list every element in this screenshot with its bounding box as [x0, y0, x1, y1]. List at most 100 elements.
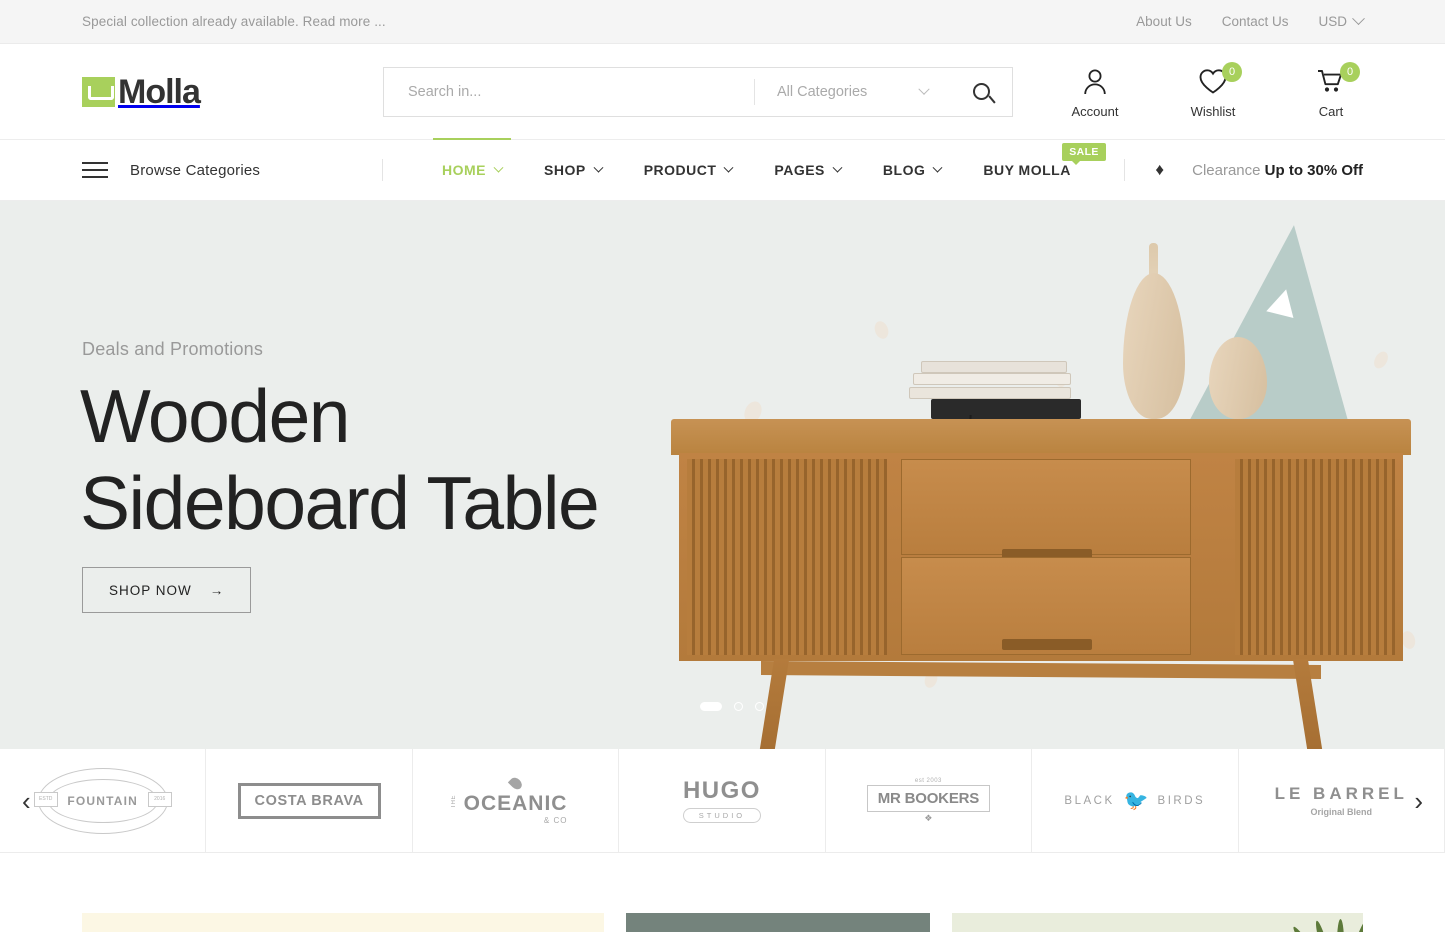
promo-banner-2[interactable]: [626, 913, 930, 932]
browse-categories-label: Browse Categories: [130, 161, 261, 179]
brand-logo-mr-bookers[interactable]: est 2003 MR BOOKERS ❖: [826, 749, 1033, 852]
brand-name: FOUNTAIN: [67, 793, 139, 808]
top-announcement-bar: Special collection already available. Re…: [0, 0, 1445, 44]
chevron-down-icon: [493, 162, 504, 173]
primary-menu: HOME SHOP PRODUCT PAGES BLOG BUY MOLLA S…: [421, 138, 1106, 201]
bookers-logo: est 2003 MR BOOKERS ❖: [866, 776, 991, 826]
brand-logo-costa-brava[interactable]: COSTA BRAVA: [206, 749, 413, 852]
hamburger-icon: [82, 162, 108, 178]
leaf: [1313, 919, 1333, 932]
nav-item-pages[interactable]: PAGES: [753, 139, 861, 201]
hero-title: Wooden Sideboard Table: [80, 373, 600, 547]
account-button[interactable]: Account: [1063, 65, 1127, 119]
hugo-logo: HUGO STUDIO: [682, 778, 761, 823]
hero-content: Deals and Promotions Wooden Sideboard Ta…: [0, 201, 1445, 749]
nav-item-shop[interactable]: SHOP: [523, 139, 623, 201]
brand-name: MR BOOKERS: [866, 784, 991, 812]
promo-banner-3[interactable]: [952, 913, 1363, 932]
nav-item-shop-label: SHOP: [544, 162, 586, 178]
slider-dot-2[interactable]: [734, 702, 743, 711]
brand-prefix: THE: [450, 795, 457, 809]
brand-sub: STUDIO: [682, 807, 761, 823]
brand-carousel: ‹ ESTD 2016 FOUNTAIN COSTA BRAVA THE OCE…: [0, 749, 1445, 853]
search-icon: [972, 83, 990, 100]
sale-badge: SALE: [1062, 143, 1106, 165]
chevron-down-icon: [918, 83, 930, 95]
hero-title-line1: Wooden: [80, 374, 351, 458]
nav-item-pages-label: PAGES: [774, 162, 825, 178]
slider-dot-3[interactable]: [755, 702, 764, 711]
blackbirds-logo: BLACK 🐦 BIRDS: [1064, 788, 1205, 813]
shop-now-button[interactable]: SHOP NOW →: [82, 567, 252, 613]
search-input[interactable]: [384, 67, 754, 116]
nav-divider-left: [382, 159, 383, 181]
hero-title-line2: Sideboard Table: [80, 461, 600, 545]
clearance-label: Clearance: [1192, 161, 1261, 179]
nav-item-home-label: HOME: [442, 162, 486, 178]
nav-item-blog[interactable]: BLOG: [862, 139, 962, 201]
category-select[interactable]: All Categories: [755, 68, 950, 116]
clearance-offer: Up to 30% Off: [1264, 161, 1363, 179]
search-submit-button[interactable]: [950, 68, 1012, 116]
main-navigation-bar: Browse Categories HOME SHOP PRODUCT PAGE…: [0, 138, 1445, 201]
brand-logo-oceanic[interactable]: THE OCEANIC & CO: [413, 749, 620, 852]
currency-label: USD: [1318, 14, 1347, 29]
logo-text: Molla: [118, 72, 201, 111]
arrow-right-icon: →: [209, 582, 225, 598]
heart-icon: 0: [1198, 61, 1242, 99]
wishlist-button[interactable]: 0 Wishlist: [1181, 61, 1245, 119]
nav-right-section: ♦ Clearance Up to 30% Off: [1124, 159, 1363, 181]
leaf: [1337, 919, 1344, 932]
header-actions: Account 0 Wishlist 0 Cart: [1013, 61, 1363, 119]
fountain-logo: ESTD 2016 FOUNTAIN: [33, 767, 172, 834]
cart-button[interactable]: 0 Cart: [1299, 61, 1363, 119]
promo-banners-row: [0, 853, 1445, 932]
browse-categories-button[interactable]: Browse Categories: [82, 162, 382, 179]
chevron-down-icon: [593, 162, 604, 173]
nav-item-home[interactable]: HOME: [421, 138, 523, 201]
promo-banner-1[interactable]: [82, 913, 604, 932]
clearance-promo[interactable]: ♦ Clearance Up to 30% Off: [1155, 160, 1363, 180]
leaf: [1348, 920, 1363, 932]
nav-item-buy-molla[interactable]: BUY MOLLA SALE: [962, 139, 1106, 201]
wishlist-count-badge: 0: [1222, 61, 1242, 82]
brand-logo-fountain[interactable]: ESTD 2016 FOUNTAIN: [0, 749, 207, 852]
brand-name-right: BIRDS: [1157, 794, 1206, 807]
brand-name-left: BLACK: [1064, 794, 1115, 807]
topbar-links: About Us Contact Us USD: [1136, 12, 1365, 29]
brand-name: OCEANIC: [463, 791, 568, 815]
contact-us-link[interactable]: Contact Us: [1222, 14, 1289, 29]
brand-est: est 2003: [914, 777, 942, 784]
chevron-left-icon[interactable]: ‹: [22, 788, 31, 814]
hero-slider-dots: [700, 702, 764, 711]
hero-subtitle: Deals and Promotions: [82, 339, 264, 359]
bird-icon: 🐦: [1123, 790, 1149, 812]
chevron-down-icon: [1352, 12, 1365, 26]
nav-item-buy-molla-label: BUY MOLLA: [983, 162, 1071, 178]
slider-dot-1[interactable]: [700, 702, 722, 711]
account-label: Account: [1071, 103, 1119, 119]
hero-slider: Deals and Promotions Wooden Sideboard Ta…: [0, 201, 1445, 749]
site-logo[interactable]: Molla: [82, 75, 383, 109]
gem-icon: ♦: [1155, 160, 1165, 179]
brand-logo-black-birds[interactable]: BLACK 🐦 BIRDS: [1032, 749, 1239, 852]
user-icon: [1082, 65, 1108, 99]
wishlist-label: Wishlist: [1190, 103, 1236, 119]
chevron-down-icon: [723, 162, 734, 173]
search-bar: All Categories: [383, 66, 1013, 117]
currency-selector[interactable]: USD: [1318, 12, 1365, 29]
about-us-link[interactable]: About Us: [1136, 14, 1192, 29]
clearance-text: Clearance Up to 30% Off: [1192, 162, 1363, 179]
chevron-down-icon: [932, 162, 943, 173]
cart-label: Cart: [1318, 103, 1344, 119]
cart-icon: 0: [1316, 61, 1360, 99]
brand-suffix: & CO: [543, 815, 568, 825]
nav-item-product[interactable]: PRODUCT: [623, 139, 754, 201]
chevron-down-icon: [832, 162, 843, 173]
site-header: Molla All Categories Account 0 Wishlist: [0, 44, 1445, 139]
chevron-right-icon[interactable]: ›: [1414, 788, 1423, 814]
brand-logo-hugo[interactable]: HUGO STUDIO: [619, 749, 826, 852]
category-select-label: All Categories: [777, 83, 868, 100]
molla-logo-icon: [82, 76, 115, 107]
brand-name: COSTA BRAVA: [237, 782, 381, 819]
